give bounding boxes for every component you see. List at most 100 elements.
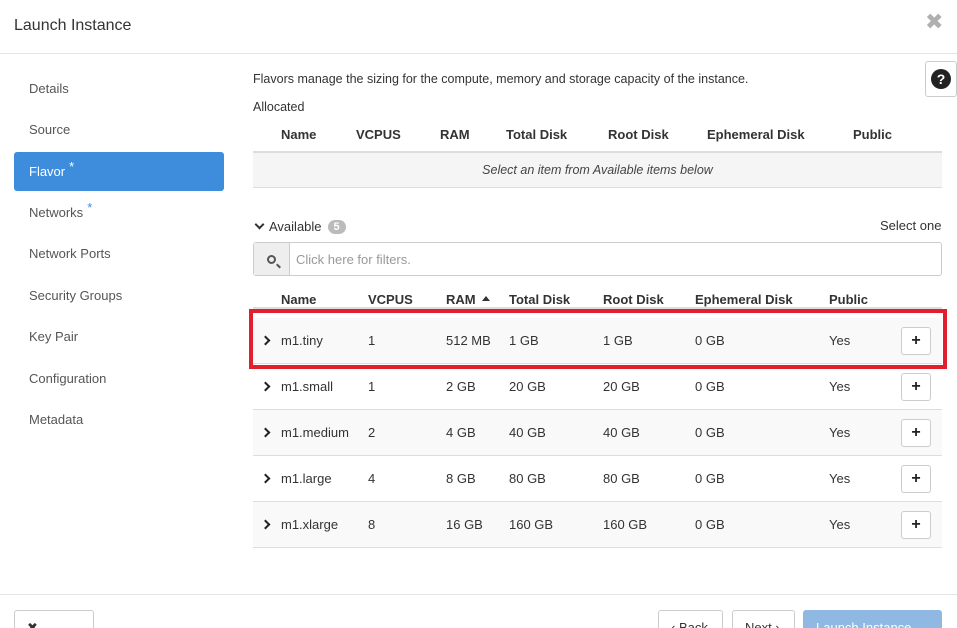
- add-flavor-button[interactable]: +: [901, 511, 931, 539]
- flavor-root-disk: 40 GB: [603, 425, 640, 440]
- sidebar-item-details[interactable]: Details: [14, 69, 224, 108]
- chevron-right-icon[interactable]: [260, 335, 271, 346]
- flavor-ephemeral-disk: 0 GB: [695, 333, 725, 348]
- select-one-hint: Select one: [880, 218, 942, 233]
- flavor-public: Yes: [829, 379, 851, 394]
- flavor-ram: 4 GB: [446, 425, 476, 440]
- flavor-public: Yes: [829, 517, 851, 532]
- sidebar-item-label: Network Ports: [29, 246, 111, 261]
- available-col-public[interactable]: Public: [829, 292, 868, 307]
- flavor-ram: 8 GB: [446, 471, 476, 486]
- table-row[interactable]: m1.tiny 1 512 MB 1 GB 1 GB 0 GB Yes +: [253, 318, 942, 364]
- flavor-vcpus: 1: [368, 379, 376, 394]
- launch-instance-button[interactable]: Launch Instance: [803, 610, 942, 628]
- flavor-vcpus: 8: [368, 517, 376, 532]
- sidebar-item-label: Networks: [29, 205, 84, 220]
- close-icon[interactable]: ✖: [925, 11, 943, 33]
- search-icon: [267, 254, 276, 264]
- filter-search-box: [253, 242, 942, 276]
- sidebar-item-label: Flavor: [29, 164, 66, 179]
- help-button[interactable]: ?: [925, 61, 957, 97]
- chevron-right-icon[interactable]: [260, 519, 271, 530]
- chevron-down-icon: [254, 219, 265, 230]
- flavor-ephemeral-disk: 0 GB: [695, 379, 725, 394]
- flavor-total-disk: 80 GB: [509, 471, 546, 486]
- sidebar-item-network-ports[interactable]: Network Ports: [14, 234, 224, 273]
- allocated-heading: Allocated: [253, 100, 305, 114]
- next-button[interactable]: Next ›: [732, 610, 795, 628]
- flavor-public: Yes: [829, 425, 851, 440]
- available-col-ram[interactable]: RAM: [446, 292, 490, 307]
- available-col-name[interactable]: Name: [281, 292, 316, 307]
- flavor-public: Yes: [829, 471, 851, 486]
- sort-ascending-icon: [481, 296, 490, 301]
- flavor-name: m1.medium: [281, 425, 349, 440]
- available-count-badge: 5: [327, 219, 346, 234]
- table-row[interactable]: m1.medium 2 4 GB 40 GB 40 GB 0 GB Yes +: [253, 410, 942, 456]
- available-col-ephemeral-disk[interactable]: Ephemeral Disk: [695, 292, 793, 307]
- flavor-ephemeral-disk: 0 GB: [695, 425, 725, 440]
- back-button[interactable]: ‹ Back: [658, 610, 723, 628]
- sidebar-item-label: Key Pair: [29, 329, 79, 344]
- add-flavor-button[interactable]: +: [901, 373, 931, 401]
- flavor-root-disk: 80 GB: [603, 471, 640, 486]
- sidebar-item-networks[interactable]: Networks *: [14, 193, 224, 232]
- chevron-right-icon[interactable]: [260, 381, 271, 392]
- flavor-root-disk: 160 GB: [603, 517, 648, 532]
- allocated-col-ram: RAM: [440, 127, 470, 142]
- flavor-description: Flavors manage the sizing for the comput…: [253, 72, 749, 86]
- sidebar-item-label: Security Groups: [29, 288, 123, 303]
- flavor-name: m1.large: [281, 471, 332, 486]
- allocated-col-vcpus: VCPUS: [356, 127, 401, 142]
- allocated-col-ephemeral-disk: Ephemeral Disk: [707, 127, 805, 142]
- sidebar-item-key-pair[interactable]: Key Pair: [14, 317, 224, 356]
- cancel-button[interactable]: ✖ Cancel: [14, 610, 94, 628]
- flavor-vcpus: 1: [368, 333, 376, 348]
- filter-search-input[interactable]: [292, 243, 938, 275]
- flavor-total-disk: 20 GB: [509, 379, 546, 394]
- add-flavor-button[interactable]: +: [901, 327, 931, 355]
- available-heading: Available: [269, 219, 322, 234]
- sidebar-item-label: Source: [29, 122, 71, 137]
- allocated-col-name: Name: [281, 127, 317, 142]
- flavor-vcpus: 2: [368, 425, 376, 440]
- flavor-total-disk: 1 GB: [509, 333, 539, 348]
- flavor-total-disk: 40 GB: [509, 425, 546, 440]
- table-row[interactable]: m1.xlarge 8 16 GB 160 GB 160 GB 0 GB Yes…: [253, 502, 942, 548]
- sidebar-item-security-groups[interactable]: Security Groups: [14, 276, 224, 315]
- question-icon: ?: [931, 69, 951, 89]
- modal-title: Launch Instance: [14, 17, 132, 34]
- sidebar-item-configuration[interactable]: Configuration: [14, 359, 224, 398]
- sidebar-item-flavor[interactable]: Flavor *: [14, 152, 224, 191]
- add-flavor-button[interactable]: +: [901, 465, 931, 493]
- column-label: RAM: [446, 292, 476, 307]
- allocated-empty-message: Select an item from Available items belo…: [253, 153, 942, 188]
- flavor-name: m1.xlarge: [281, 517, 339, 532]
- flavor-root-disk: 20 GB: [603, 379, 640, 394]
- sidebar-item-metadata[interactable]: Metadata: [14, 400, 224, 439]
- add-flavor-button[interactable]: +: [901, 419, 931, 447]
- sidebar-item-label: Details: [29, 81, 69, 96]
- available-col-root-disk[interactable]: Root Disk: [603, 292, 664, 307]
- available-toggle[interactable]: Available 5: [253, 219, 346, 234]
- sidebar-item-label: Configuration: [29, 371, 107, 386]
- flavor-name: m1.small: [281, 379, 334, 394]
- allocated-col-root-disk: Root Disk: [608, 127, 669, 142]
- chevron-right-icon[interactable]: [260, 427, 271, 438]
- available-col-vcpus[interactable]: VCPUS: [368, 292, 413, 307]
- required-asterisk: *: [69, 159, 75, 174]
- allocated-col-total-disk: Total Disk: [506, 127, 568, 142]
- flavor-ram: 2 GB: [446, 379, 476, 394]
- divider: [0, 594, 957, 595]
- flavor-ephemeral-disk: 0 GB: [695, 517, 725, 532]
- flavor-name: m1.tiny: [281, 333, 323, 348]
- flavor-ram: 16 GB: [446, 517, 483, 532]
- available-col-total-disk[interactable]: Total Disk: [509, 292, 570, 307]
- flavor-public: Yes: [829, 333, 851, 348]
- sidebar-item-label: Metadata: [29, 412, 84, 427]
- table-row[interactable]: m1.small 1 2 GB 20 GB 20 GB 0 GB Yes +: [253, 364, 942, 410]
- flavor-root-disk: 1 GB: [603, 333, 633, 348]
- table-row[interactable]: m1.large 4 8 GB 80 GB 80 GB 0 GB Yes +: [253, 456, 942, 502]
- chevron-right-icon[interactable]: [260, 473, 271, 484]
- sidebar-item-source[interactable]: Source: [14, 110, 224, 149]
